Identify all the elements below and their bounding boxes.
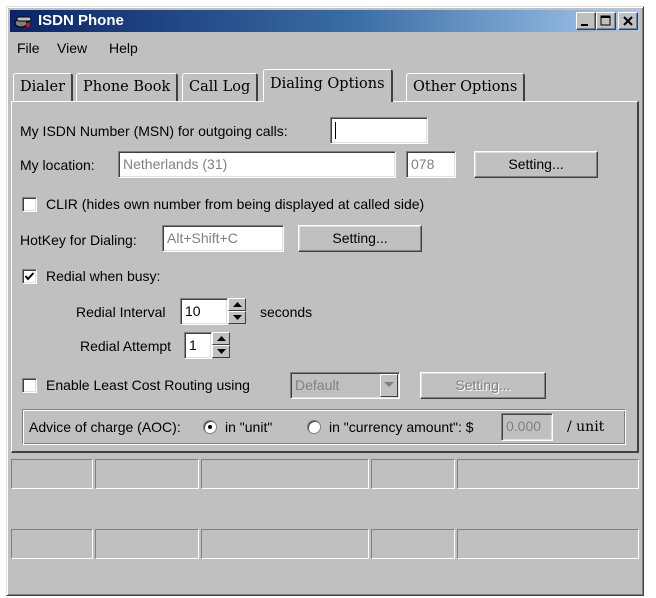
maximize-icon: [600, 15, 611, 26]
tab-phone-book[interactable]: Phone Book: [76, 73, 179, 101]
tab-other-options[interactable]: Other Options: [406, 73, 526, 101]
redial-interval-input[interactable]: 10: [180, 298, 228, 325]
checkmark-icon: [24, 272, 35, 281]
msn-label: My ISDN Number (MSN) for outgoing calls:: [20, 123, 288, 139]
status-cell: [11, 459, 93, 489]
area-code-field: 078: [406, 151, 456, 178]
dropdown-button[interactable]: [380, 374, 398, 397]
status-cell: [371, 459, 455, 489]
arrow-up-icon: [217, 336, 226, 341]
isdn-phone-window: ISDN Phone File View Help Dialer Phone B…: [6, 6, 644, 596]
aoc-unit-label: in "unit": [225, 419, 273, 435]
redial-interval-unit: seconds: [260, 304, 313, 320]
dialing-options-panel: My ISDN Number (MSN) for outgoing calls:…: [11, 101, 639, 453]
spin-up-button[interactable]: [228, 298, 246, 311]
aoc-group: Advice of charge (AOC): in "unit" in "cu…: [22, 409, 626, 445]
title-bar[interactable]: ISDN Phone: [10, 10, 640, 32]
arrow-down-icon: [217, 349, 226, 354]
clir-checkbox[interactable]: [22, 197, 37, 212]
hotkey-label: HotKey for Dialing:: [20, 232, 137, 248]
minimize-button[interactable]: [576, 12, 596, 30]
redial-attempt-input[interactable]: 1: [184, 332, 212, 359]
hotkey-field[interactable]: Alt+Shift+C: [162, 225, 284, 252]
lcr-setting-button[interactable]: Setting...: [420, 372, 546, 399]
redial-checkbox[interactable]: [22, 269, 37, 284]
aoc-unit-radio[interactable]: [203, 420, 217, 434]
text-caret: [335, 122, 336, 139]
menu-help[interactable]: Help: [109, 40, 138, 56]
minimize-icon: [581, 24, 588, 26]
close-button[interactable]: [618, 12, 638, 30]
aoc-amount-field[interactable]: 0.000: [501, 413, 553, 441]
status-bar-1: [11, 459, 639, 489]
tab-dialer[interactable]: Dialer: [13, 73, 74, 101]
redial-attempt-spinner[interactable]: [212, 332, 230, 359]
status-cell: [457, 459, 639, 489]
menu-file[interactable]: File: [17, 40, 40, 56]
redial-attempt-label: Redial Attempt: [80, 338, 172, 354]
close-icon: [623, 16, 633, 26]
lcr-checkbox[interactable]: [22, 378, 37, 393]
arrow-up-icon: [233, 302, 242, 307]
status-area-1: [11, 491, 639, 527]
status-cell: [95, 459, 199, 489]
status-cell: [95, 529, 199, 559]
hotkey-setting-button[interactable]: Setting...: [298, 225, 422, 252]
clir-label: CLIR (hides own number from being displa…: [46, 196, 425, 212]
spin-up-button[interactable]: [212, 332, 230, 345]
msn-input[interactable]: [330, 117, 428, 144]
aoc-currency-radio[interactable]: [307, 420, 321, 434]
status-cell: [371, 529, 455, 559]
aoc-label: Advice of charge (AOC):: [29, 419, 181, 435]
spin-down-button[interactable]: [228, 311, 246, 324]
window-title: ISDN Phone: [38, 12, 124, 29]
tab-dialing-options[interactable]: Dialing Options: [263, 69, 393, 102]
tab-call-log[interactable]: Call Log: [182, 73, 259, 101]
status-cell: [11, 529, 93, 559]
status-cell: [201, 529, 369, 559]
status-bar-2: [11, 529, 639, 559]
redial-label: Redial when busy:: [46, 268, 161, 284]
location-label: My location:: [20, 157, 95, 173]
phone-icon: [14, 16, 32, 28]
location-setting-button[interactable]: Setting...: [474, 151, 598, 178]
radio-dot: [208, 425, 212, 429]
status-cell: [457, 529, 639, 559]
location-field: Netherlands (31): [118, 151, 396, 178]
lcr-select[interactable]: Default: [290, 372, 400, 399]
redial-interval-label: Redial Interval: [76, 304, 166, 320]
status-area-2: [11, 561, 639, 595]
spin-down-button[interactable]: [212, 345, 230, 358]
arrow-down-icon: [233, 315, 242, 320]
redial-interval-spinner[interactable]: [228, 298, 246, 325]
chevron-down-icon: [384, 382, 394, 387]
menu-view[interactable]: View: [57, 40, 87, 56]
lcr-label: Enable Least Cost Routing using: [46, 377, 250, 393]
aoc-currency-label: in "currency amount": $: [329, 419, 474, 435]
status-cell: [201, 459, 369, 489]
maximize-button[interactable]: [596, 12, 616, 30]
aoc-per-unit-label: / unit: [567, 419, 605, 435]
